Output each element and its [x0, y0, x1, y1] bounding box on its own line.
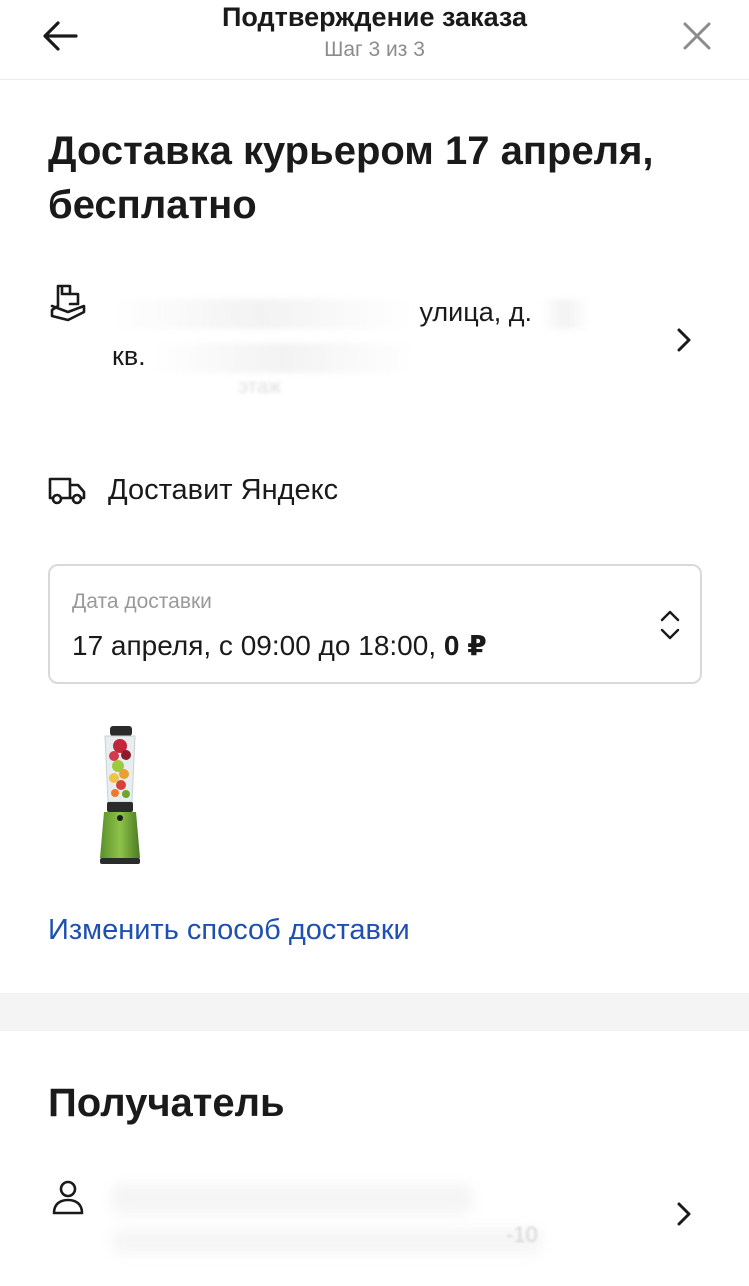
- step-indicator: Шаг 3 из 3: [324, 38, 425, 61]
- product-image: [100, 726, 140, 864]
- package-box-icon: [50, 284, 86, 322]
- delivery-date-value: 17 апреля, с 09:00 до 18:00, 0 ₽: [72, 626, 487, 666]
- chevron-right-icon: [677, 1202, 691, 1226]
- address-row[interactable]: улица, д. кв. этаж: [48, 280, 708, 410]
- close-button[interactable]: [675, 14, 719, 58]
- address-line-1: улица, д.: [112, 290, 632, 334]
- chevron-up-down-icon: [660, 610, 680, 640]
- recipient-section-title: Получатель: [48, 1081, 285, 1125]
- delivery-date-label: Дата доставки: [72, 590, 212, 613]
- redacted-address-part: [112, 298, 412, 329]
- person-icon: [52, 1180, 84, 1215]
- section-divider: [0, 993, 749, 1031]
- address-street-fragment: улица, д.: [419, 297, 532, 327]
- delivery-price: 0 ₽: [443, 630, 487, 661]
- address-line-2: кв.: [112, 334, 632, 378]
- delivery-address: улица, д. кв.: [112, 290, 632, 378]
- top-bar: Подтверждение заказа Шаг 3 из 3: [0, 0, 749, 80]
- page-title: Подтверждение заказа: [221, 2, 528, 32]
- redacted-address-part: [539, 298, 590, 329]
- courier-info: Доставит Яндекс: [48, 470, 708, 514]
- change-delivery-method-link[interactable]: Изменить способ доставки: [48, 908, 410, 952]
- delivery-time-window: 17 апреля, с 09:00 до 18:00,: [72, 630, 437, 661]
- recipient-row[interactable]: -10: [48, 1170, 708, 1260]
- address-floor-fragment: этаж: [238, 376, 282, 398]
- redacted-apartment: [153, 342, 414, 373]
- courier-name: Доставит Яндекс: [108, 474, 339, 506]
- recipient-phone-fragment: -10: [506, 1222, 538, 1247]
- close-icon: [683, 22, 711, 50]
- truck-icon: [48, 477, 86, 505]
- apartment-prefix: кв.: [112, 341, 146, 371]
- delivery-date-select[interactable]: Дата доставки 17 апреля, с 09:00 до 18:0…: [48, 564, 702, 684]
- chevron-right-icon: [677, 328, 691, 352]
- redacted-recipient-contact: [112, 1228, 542, 1254]
- delivery-title: Доставка курьером 17 апреля, бесплатно: [48, 129, 654, 227]
- redacted-recipient-name: [112, 1184, 472, 1214]
